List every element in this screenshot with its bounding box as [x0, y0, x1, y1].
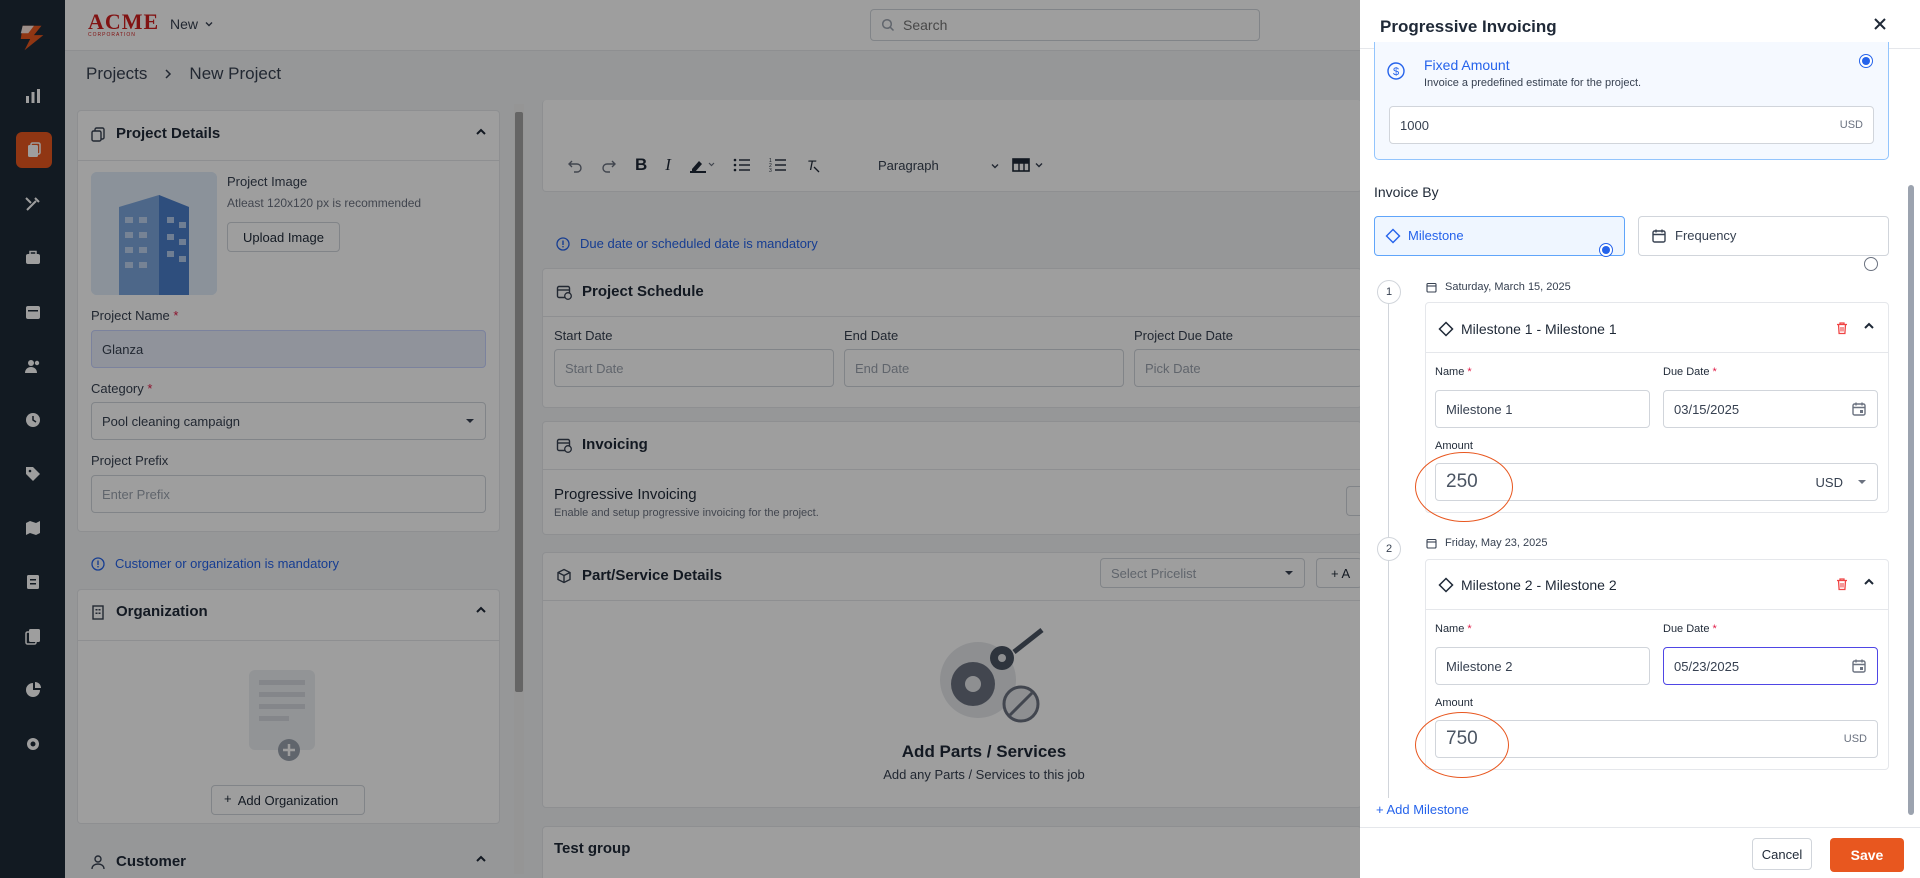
- milestone-1-amount-label: Amount: [1435, 440, 1473, 452]
- required-asterisk: *: [1467, 366, 1472, 378]
- required-asterisk: *: [1712, 623, 1717, 635]
- caret-down-icon: [1858, 480, 1866, 484]
- drawer-title: Progressive Invoicing: [1380, 17, 1557, 36]
- milestone-2-name-label: Name *: [1435, 623, 1472, 635]
- fixed-amount-value: 1000: [1400, 117, 1429, 133]
- milestone-2-header: Milestone 2 - Milestone 2: [1461, 577, 1617, 593]
- cancel-button[interactable]: Cancel: [1752, 838, 1812, 870]
- milestone-1-currency-value: USD: [1815, 474, 1843, 490]
- fixed-amount-currency: USD: [1839, 119, 1863, 131]
- milestone-2-name-input[interactable]: Milestone 2: [1435, 647, 1650, 685]
- fixed-amount-desc: Invoice a predefined estimate for the pr…: [1424, 77, 1642, 89]
- milestone-step-number: 1: [1377, 280, 1401, 304]
- diamond-icon: [1438, 321, 1454, 337]
- diamond-icon: [1385, 228, 1401, 244]
- milestone-radio[interactable]: [1599, 243, 1613, 257]
- milestone-1-due-label: Due Date *: [1663, 366, 1717, 378]
- drawer-scrollbar-track[interactable]: [1906, 52, 1916, 828]
- milestone-2-due-label: Due Date *: [1663, 623, 1717, 635]
- add-milestone-link[interactable]: + Add Milestone: [1376, 802, 1469, 817]
- modal-overlay[interactable]: [0, 0, 1360, 878]
- fixed-amount-radio[interactable]: [1859, 54, 1873, 68]
- diamond-icon: [1438, 577, 1454, 593]
- divider: [1425, 609, 1889, 610]
- save-button[interactable]: Save: [1830, 838, 1904, 872]
- required-asterisk: *: [1712, 366, 1717, 378]
- milestone-2-amount-label: Amount: [1435, 697, 1473, 709]
- milestone-option-label: Milestone: [1408, 228, 1464, 243]
- trash-icon[interactable]: [1835, 321, 1849, 335]
- milestone-1-date: Saturday, March 15, 2025: [1426, 281, 1571, 293]
- close-icon: [1874, 18, 1886, 30]
- calendar-icon[interactable]: [1851, 658, 1867, 674]
- milestone-2-date-text: Friday, May 23, 2025: [1445, 537, 1548, 549]
- milestone-2-due-value: 05/23/2025: [1674, 658, 1740, 674]
- milestone-1-date-text: Saturday, March 15, 2025: [1445, 281, 1571, 293]
- divider: [1425, 352, 1889, 353]
- milestone-1-name-label-text: Name: [1435, 366, 1465, 378]
- milestone-1-name-label: Name *: [1435, 366, 1472, 378]
- frequency-option-label: Frequency: [1675, 228, 1737, 243]
- milestone-1-name-input[interactable]: Milestone 1: [1435, 390, 1650, 428]
- milestone-2-currency: USD: [1843, 733, 1867, 745]
- milestone-2-name-label-text: Name: [1435, 623, 1465, 635]
- fixed-amount-input[interactable]: 1000 USD: [1389, 106, 1874, 144]
- milestone-2-due-label-text: Due Date: [1663, 623, 1710, 635]
- milestone-1-header: Milestone 1 - Milestone 1: [1461, 321, 1617, 337]
- drawer-footer-divider: [1360, 827, 1920, 828]
- fixed-amount-title: Fixed Amount: [1424, 57, 1510, 73]
- milestone-2-due-input[interactable]: 05/23/2025: [1663, 647, 1878, 685]
- trash-icon[interactable]: [1835, 577, 1849, 591]
- calendar-icon[interactable]: [1851, 401, 1867, 417]
- chevron-up-icon[interactable]: [1862, 319, 1876, 333]
- svg-text:$: $: [1393, 66, 1399, 78]
- dollar-circle-icon: $: [1387, 62, 1405, 80]
- drawer-scrollbar-thumb[interactable]: [1908, 185, 1914, 815]
- highlight-circle-annotation: [1415, 452, 1513, 522]
- highlight-circle-annotation: [1415, 712, 1509, 778]
- milestone-1-due-input[interactable]: 03/15/2025: [1663, 390, 1878, 428]
- calendar-icon: [1652, 229, 1666, 243]
- chevron-up-icon[interactable]: [1862, 575, 1876, 589]
- invoice-by-label: Invoice By: [1374, 184, 1439, 200]
- milestone-1-due-label-text: Due Date: [1663, 366, 1710, 378]
- calendar-small-icon: [1426, 538, 1437, 549]
- close-button[interactable]: [1870, 14, 1890, 34]
- milestone-2-date: Friday, May 23, 2025: [1426, 537, 1548, 549]
- calendar-small-icon: [1426, 282, 1437, 293]
- required-asterisk: *: [1467, 623, 1472, 635]
- frequency-radio[interactable]: [1864, 257, 1878, 271]
- milestone-step-number: 2: [1377, 537, 1401, 561]
- milestone-1-currency-select[interactable]: USD: [1816, 475, 1867, 490]
- milestone-1-due-value: 03/15/2025: [1674, 401, 1740, 417]
